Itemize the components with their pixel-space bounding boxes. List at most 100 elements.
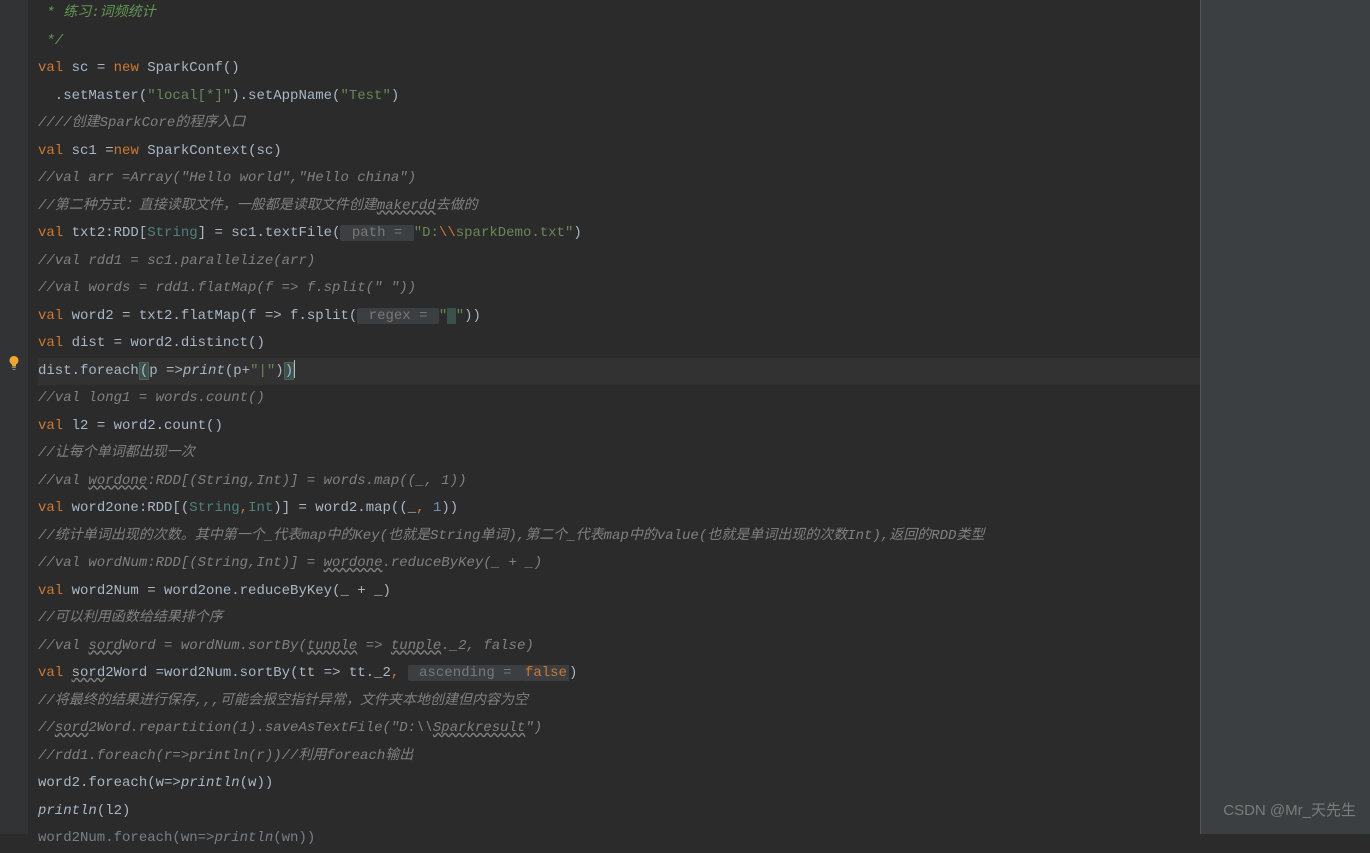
comment: //统计单词出现的次数。其中第一个_代表map中的Key(也就是String单词…: [38, 528, 984, 544]
code: word2 = txt2.flatMap(f => f.split(: [63, 308, 357, 324]
param-hint: ascending =: [408, 665, 523, 681]
code: txt2:RDD[: [63, 225, 147, 241]
code: l2 = word2.count(): [63, 418, 223, 434]
code: word2Num = word2one.reduceByKey(_ + _): [63, 583, 391, 599]
keyword: val: [38, 335, 63, 351]
string: "|": [250, 363, 275, 379]
typo-wavy: wordone: [88, 473, 147, 489]
type: Int: [248, 500, 273, 516]
param-hint: regex =: [357, 308, 439, 324]
comment: :RDD[(String,Int)] = words.map((_, 1)): [147, 473, 466, 489]
keyword: new: [114, 60, 139, 76]
typo-wavy: Sparkresult: [433, 720, 525, 736]
code: [63, 665, 71, 681]
keyword: val: [38, 418, 63, 434]
code: dist.foreach: [38, 363, 139, 379]
comment: "): [525, 720, 542, 736]
keyword: val: [38, 665, 63, 681]
typo-wavy: sord: [55, 720, 89, 736]
code: )): [441, 500, 458, 516]
typo-wavy: sord: [72, 665, 106, 681]
comment: .reduceByKey(_ + _): [382, 555, 542, 571]
code-editor[interactable]: * 练习:词频统计 */ val sc = new SparkConf() .s…: [0, 0, 1370, 834]
typo-wavy: makerdd: [377, 198, 436, 214]
code: ): [569, 665, 577, 681]
comment: //第二种方式：直接读取文件，一般都是读取文件创建: [38, 198, 377, 214]
code: ): [573, 225, 581, 241]
method: println: [38, 803, 97, 819]
code: (wn)): [273, 830, 315, 846]
comment: //让每个单词都出现一次: [38, 445, 195, 461]
code: )] = word2.map((_: [273, 500, 416, 516]
code: word2one:RDD[(: [63, 500, 189, 516]
comment: //rdd1.foreach(r=>println(r))//利用foreach…: [38, 748, 413, 764]
string: sparkDemo.txt": [456, 225, 574, 241]
comment: ////创建SparkCore的程序入口: [38, 115, 245, 131]
comma: ,: [240, 500, 248, 516]
comment: //val arr =Array("Hello world","Hello ch…: [38, 170, 416, 186]
keyword: new: [114, 143, 139, 159]
comment: * 练习:词频统计: [38, 5, 156, 21]
bracket: (: [139, 362, 149, 380]
right-panel: [1200, 0, 1370, 834]
keyword: val: [38, 225, 63, 241]
comma: ,: [391, 665, 408, 681]
watermark: CSDN @Mr_天先生: [1223, 797, 1356, 825]
code-content[interactable]: * 练习:词频统计 */ val sc = new SparkConf() .s…: [28, 0, 1200, 834]
typo-wavy: wordone: [324, 555, 383, 571]
type: String: [147, 225, 197, 241]
code: ).setAppName(: [231, 88, 340, 104]
string: "Test": [340, 88, 390, 104]
comment: //val: [38, 638, 88, 654]
keyword: val: [38, 60, 63, 76]
comment: 去做的: [436, 198, 478, 214]
comment: =>: [357, 638, 391, 654]
comment: //val rdd1 = sc1.parallelize(arr): [38, 253, 315, 269]
method: print: [183, 363, 225, 379]
code: )): [464, 308, 481, 324]
comment: */: [38, 33, 63, 49]
keyword: val: [38, 583, 63, 599]
typo-wavy: tunple: [391, 638, 441, 654]
code: 2Word =word2Num.sortBy(tt => tt._2: [105, 665, 391, 681]
code: word2Num.foreach(wn=>: [38, 830, 214, 846]
comment: //val: [38, 473, 88, 489]
method: println: [214, 830, 273, 846]
comment: //可以利用函数给结果排个序: [38, 610, 223, 626]
typo-wavy: tunple: [307, 638, 357, 654]
code: sc =: [63, 60, 113, 76]
keyword: val: [38, 308, 63, 324]
string: "local[*]": [147, 88, 231, 104]
code: SparkContext(sc): [139, 143, 282, 159]
method: println: [181, 775, 240, 791]
lightbulb-icon[interactable]: [6, 355, 22, 371]
code: ] = sc1.textFile(: [198, 225, 341, 241]
keyword: val: [38, 143, 63, 159]
comment: //: [38, 720, 55, 736]
comment: //val long1 = words.count(): [38, 390, 265, 406]
escape: \\: [439, 225, 456, 241]
code: word2.foreach(w=>: [38, 775, 181, 791]
text-cursor: [294, 360, 295, 378]
typo-wavy: sord: [88, 638, 122, 654]
code: (p+: [225, 363, 250, 379]
comment: Word = wordNum.sortBy(: [122, 638, 307, 654]
keyword: val: [38, 500, 63, 516]
string: "D:: [414, 225, 439, 241]
comma: ,: [416, 500, 433, 516]
code: ): [391, 88, 399, 104]
code: sc1 =: [63, 143, 113, 159]
param-hint: path =: [340, 225, 413, 241]
code: p =>: [149, 363, 183, 379]
keyword: false: [523, 665, 569, 681]
string-space: [447, 308, 455, 324]
code: (l2): [97, 803, 131, 819]
current-line: dist.foreach(p =>print(p+"|")): [38, 358, 1200, 386]
code: dist = word2.distinct(): [63, 335, 265, 351]
comment: ._2, false): [441, 638, 533, 654]
code: (w)): [240, 775, 274, 791]
comment: //val words = rdd1.flatMap(f => f.split(…: [38, 280, 416, 296]
comment: //将最终的结果进行保存,,,可能会报空指针异常，文件夹本地创建但内容为空: [38, 693, 528, 709]
code: .setMaster(: [38, 88, 147, 104]
code: SparkConf(): [139, 60, 240, 76]
